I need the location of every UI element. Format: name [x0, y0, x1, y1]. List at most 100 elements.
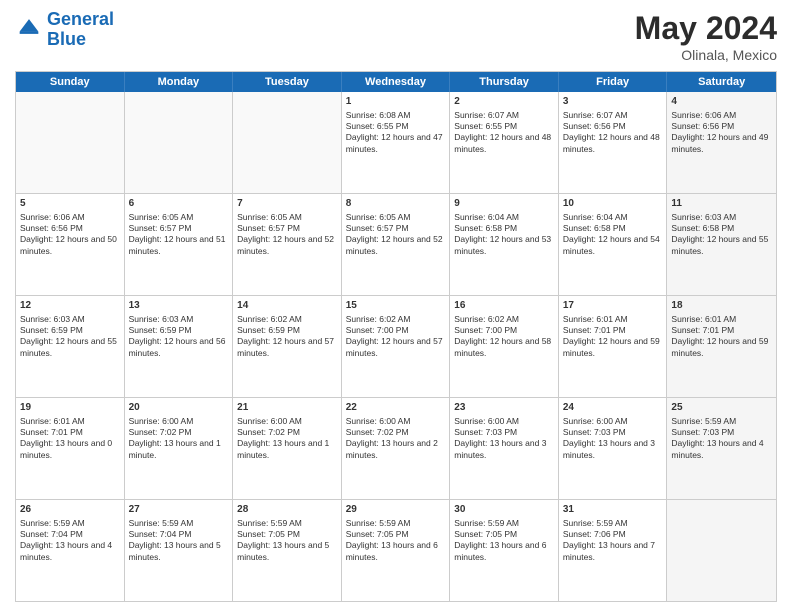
- day-number: 20: [129, 401, 229, 415]
- day-info-line: Sunset: 7:04 PM: [20, 529, 120, 540]
- day-info-line: Sunrise: 6:00 AM: [346, 416, 446, 427]
- day-info-line: Daylight: 12 hours and 54 minutes.: [563, 234, 663, 257]
- day-number: 5: [20, 197, 120, 211]
- calendar: SundayMondayTuesdayWednesdayThursdayFrid…: [15, 71, 777, 602]
- calendar-header: SundayMondayTuesdayWednesdayThursdayFrid…: [16, 72, 776, 92]
- calendar-day-10: 10Sunrise: 6:04 AMSunset: 6:58 PMDayligh…: [559, 194, 668, 295]
- calendar-day-9: 9Sunrise: 6:04 AMSunset: 6:58 PMDaylight…: [450, 194, 559, 295]
- day-number: 22: [346, 401, 446, 415]
- day-info-line: Daylight: 13 hours and 1 minutes.: [237, 438, 337, 461]
- day-info-line: Sunrise: 6:00 AM: [563, 416, 663, 427]
- calendar-day-2: 2Sunrise: 6:07 AMSunset: 6:55 PMDaylight…: [450, 92, 559, 193]
- logo: General Blue: [15, 10, 114, 50]
- day-info-line: Daylight: 13 hours and 4 minutes.: [671, 438, 772, 461]
- day-info-line: Sunset: 6:55 PM: [346, 121, 446, 132]
- day-info-line: Sunrise: 6:02 AM: [237, 314, 337, 325]
- calendar-day-14: 14Sunrise: 6:02 AMSunset: 6:59 PMDayligh…: [233, 296, 342, 397]
- day-info-line: Sunrise: 5:59 AM: [20, 518, 120, 529]
- day-info-line: Sunset: 6:59 PM: [237, 325, 337, 336]
- calendar-day-6: 6Sunrise: 6:05 AMSunset: 6:57 PMDaylight…: [125, 194, 234, 295]
- day-number: 30: [454, 503, 554, 517]
- calendar-day-29: 29Sunrise: 5:59 AMSunset: 7:05 PMDayligh…: [342, 500, 451, 601]
- calendar-day-3: 3Sunrise: 6:07 AMSunset: 6:56 PMDaylight…: [559, 92, 668, 193]
- day-number: 6: [129, 197, 229, 211]
- day-info-line: Sunrise: 5:59 AM: [671, 416, 772, 427]
- day-info-line: Sunrise: 6:02 AM: [346, 314, 446, 325]
- calendar-day-19: 19Sunrise: 6:01 AMSunset: 7:01 PMDayligh…: [16, 398, 125, 499]
- day-info-line: Sunset: 6:57 PM: [237, 223, 337, 234]
- day-info-line: Daylight: 13 hours and 3 minutes.: [563, 438, 663, 461]
- title-month: May 2024: [635, 10, 777, 47]
- header-day-tuesday: Tuesday: [233, 72, 342, 92]
- day-info-line: Sunrise: 6:05 AM: [237, 212, 337, 223]
- calendar-body: 1Sunrise: 6:08 AMSunset: 6:55 PMDaylight…: [16, 92, 776, 601]
- calendar-day-empty: [16, 92, 125, 193]
- day-info-line: Daylight: 12 hours and 49 minutes.: [671, 132, 772, 155]
- day-info-line: Sunset: 7:01 PM: [20, 427, 120, 438]
- calendar-day-31: 31Sunrise: 5:59 AMSunset: 7:06 PMDayligh…: [559, 500, 668, 601]
- day-info-line: Sunset: 7:00 PM: [346, 325, 446, 336]
- day-number: 23: [454, 401, 554, 415]
- calendar-day-4: 4Sunrise: 6:06 AMSunset: 6:56 PMDaylight…: [667, 92, 776, 193]
- day-number: 29: [346, 503, 446, 517]
- day-info-line: Sunrise: 6:00 AM: [129, 416, 229, 427]
- calendar-day-5: 5Sunrise: 6:06 AMSunset: 6:56 PMDaylight…: [16, 194, 125, 295]
- day-info-line: Sunset: 7:01 PM: [671, 325, 772, 336]
- day-info-line: Sunset: 7:05 PM: [346, 529, 446, 540]
- day-info-line: Sunrise: 6:04 AM: [563, 212, 663, 223]
- day-info-line: Sunrise: 5:59 AM: [454, 518, 554, 529]
- day-info-line: Sunset: 7:03 PM: [563, 427, 663, 438]
- calendar-day-17: 17Sunrise: 6:01 AMSunset: 7:01 PMDayligh…: [559, 296, 668, 397]
- day-number: 3: [563, 95, 663, 109]
- day-number: 4: [671, 95, 772, 109]
- day-number: 13: [129, 299, 229, 313]
- calendar-day-27: 27Sunrise: 5:59 AMSunset: 7:04 PMDayligh…: [125, 500, 234, 601]
- day-info-line: Sunrise: 6:07 AM: [563, 110, 663, 121]
- day-number: 26: [20, 503, 120, 517]
- calendar-day-22: 22Sunrise: 6:00 AMSunset: 7:02 PMDayligh…: [342, 398, 451, 499]
- header-day-thursday: Thursday: [450, 72, 559, 92]
- day-info-line: Daylight: 13 hours and 6 minutes.: [346, 540, 446, 563]
- day-info-line: Daylight: 12 hours and 53 minutes.: [454, 234, 554, 257]
- day-info-line: Sunrise: 6:01 AM: [20, 416, 120, 427]
- calendar-day-20: 20Sunrise: 6:00 AMSunset: 7:02 PMDayligh…: [125, 398, 234, 499]
- day-number: 18: [671, 299, 772, 313]
- calendar-day-24: 24Sunrise: 6:00 AMSunset: 7:03 PMDayligh…: [559, 398, 668, 499]
- day-info-line: Sunset: 6:55 PM: [454, 121, 554, 132]
- day-number: 25: [671, 401, 772, 415]
- calendar-day-empty: [233, 92, 342, 193]
- calendar-day-21: 21Sunrise: 6:00 AMSunset: 7:02 PMDayligh…: [233, 398, 342, 499]
- calendar-day-15: 15Sunrise: 6:02 AMSunset: 7:00 PMDayligh…: [342, 296, 451, 397]
- day-info-line: Daylight: 12 hours and 58 minutes.: [454, 336, 554, 359]
- day-info-line: Sunset: 6:56 PM: [563, 121, 663, 132]
- day-number: 31: [563, 503, 663, 517]
- day-number: 11: [671, 197, 772, 211]
- day-info-line: Sunrise: 6:07 AM: [454, 110, 554, 121]
- day-number: 14: [237, 299, 337, 313]
- day-info-line: Daylight: 12 hours and 57 minutes.: [237, 336, 337, 359]
- day-info-line: Daylight: 13 hours and 2 minutes.: [346, 438, 446, 461]
- day-info-line: Sunset: 6:58 PM: [563, 223, 663, 234]
- calendar-day-empty: [125, 92, 234, 193]
- day-number: 17: [563, 299, 663, 313]
- day-info-line: Daylight: 13 hours and 5 minutes.: [237, 540, 337, 563]
- logo-text: General Blue: [47, 10, 114, 50]
- calendar-day-28: 28Sunrise: 5:59 AMSunset: 7:05 PMDayligh…: [233, 500, 342, 601]
- logo-icon: [15, 16, 43, 44]
- day-number: 16: [454, 299, 554, 313]
- day-number: 10: [563, 197, 663, 211]
- day-info-line: Sunset: 7:05 PM: [237, 529, 337, 540]
- day-info-line: Sunrise: 6:02 AM: [454, 314, 554, 325]
- day-info-line: Daylight: 13 hours and 7 minutes.: [563, 540, 663, 563]
- calendar-day-23: 23Sunrise: 6:00 AMSunset: 7:03 PMDayligh…: [450, 398, 559, 499]
- day-info-line: Daylight: 12 hours and 48 minutes.: [454, 132, 554, 155]
- day-info-line: Sunset: 6:57 PM: [129, 223, 229, 234]
- day-info-line: Sunrise: 6:05 AM: [129, 212, 229, 223]
- header-day-saturday: Saturday: [667, 72, 776, 92]
- day-info-line: Daylight: 13 hours and 5 minutes.: [129, 540, 229, 563]
- header-day-wednesday: Wednesday: [342, 72, 451, 92]
- day-number: 19: [20, 401, 120, 415]
- day-info-line: Sunrise: 6:06 AM: [671, 110, 772, 121]
- day-info-line: Daylight: 13 hours and 1 minute.: [129, 438, 229, 461]
- day-info-line: Daylight: 13 hours and 0 minutes.: [20, 438, 120, 461]
